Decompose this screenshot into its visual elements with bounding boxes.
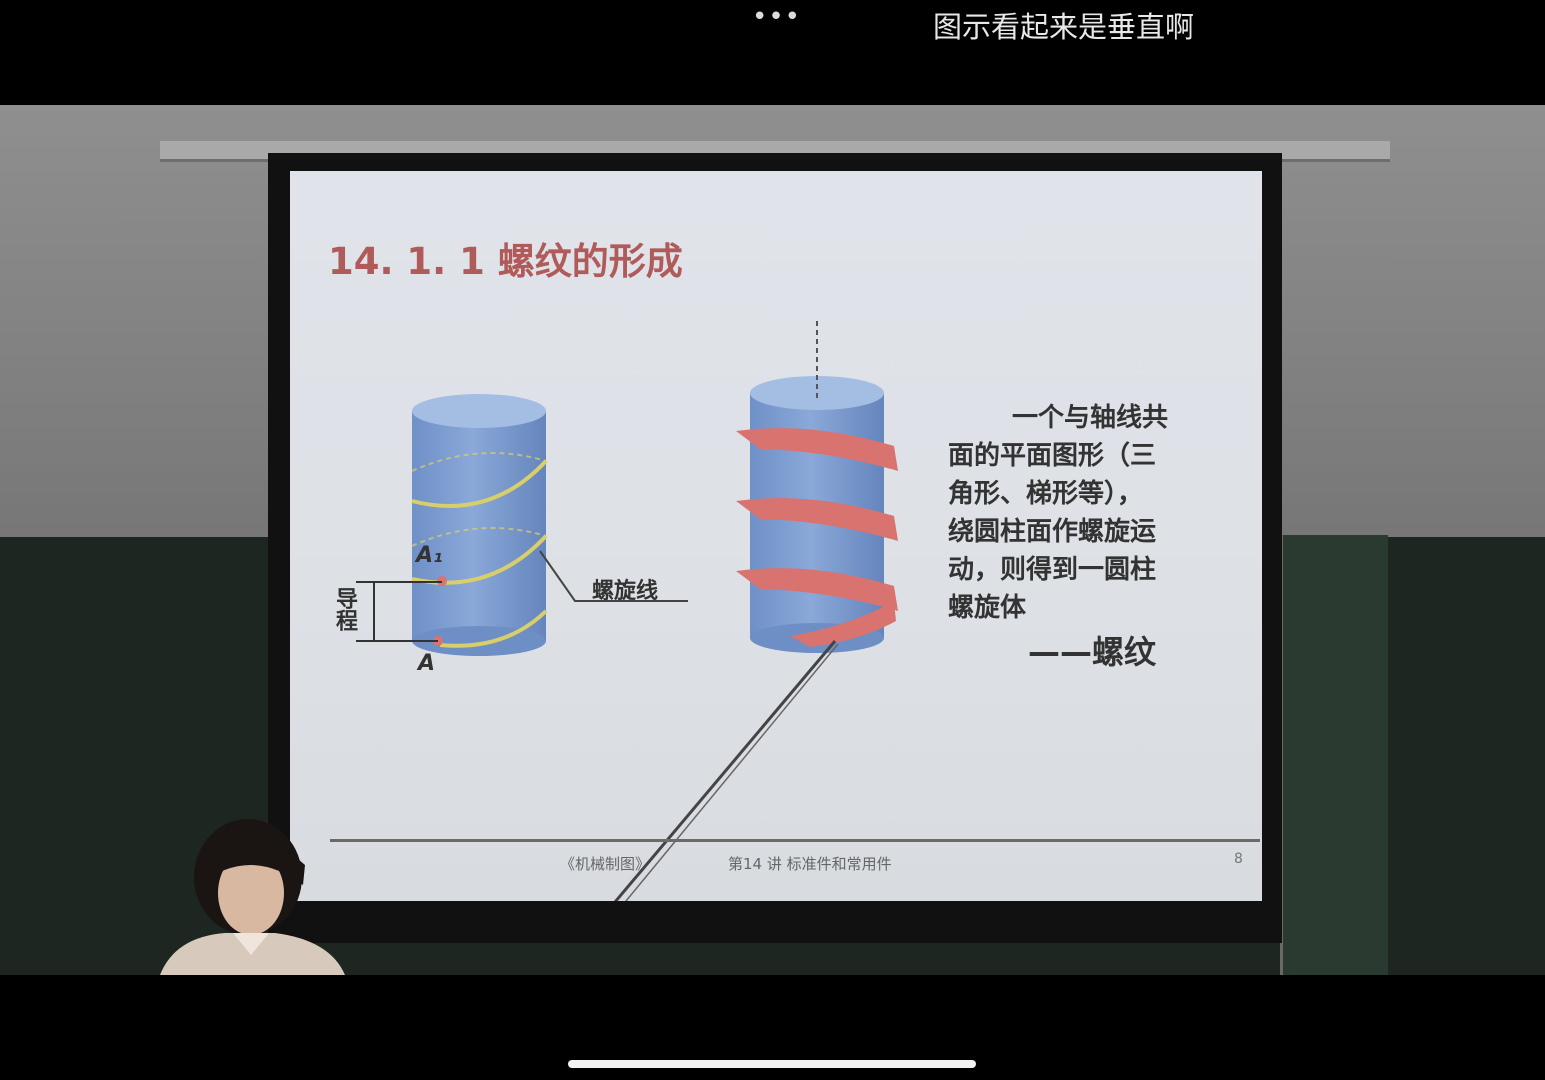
left-cylinder: [411, 394, 548, 656]
video-frame[interactable]: 14. 1. 1 螺纹的形成 螺旋线 导程 A A₁ 一个与轴线共 面的平面图形…: [0, 105, 1545, 975]
helix-label: 螺旋线: [592, 579, 659, 604]
comment-caption: 图示看起来是垂直啊: [933, 10, 1195, 44]
explanation-line: 动，则得到一圆柱: [948, 555, 1157, 585]
projected-slide: 14. 1. 1 螺纹的形成 螺旋线 导程 A A₁ 一个与轴线共 面的平面图形…: [290, 171, 1262, 901]
explanation-line: 面的平面图形（三: [948, 441, 1157, 471]
point-a-label: A: [418, 651, 436, 676]
explanation-line: 角形、梯形等），: [948, 479, 1144, 509]
explanation-text: 一个与轴线共 面的平面图形（三 角形、梯形等）， 绕圆柱面作螺旋运 动，则得到一…: [948, 399, 1210, 627]
lead-label: 导程: [332, 587, 357, 631]
home-indicator[interactable]: [568, 1060, 976, 1068]
thread-term: ——螺纹: [1028, 633, 1157, 671]
right-cylinder: [736, 321, 898, 653]
more-options-icon[interactable]: •••: [752, 2, 801, 32]
explanation-line: 绕圆柱面作螺旋运: [948, 517, 1157, 547]
footer-rule: [330, 839, 1260, 842]
lecturer: [160, 819, 345, 975]
footer-book: 《机械制图》: [560, 855, 651, 873]
footer-lecture: 第14 讲 标准件和常用件: [728, 855, 892, 873]
page-number: 8: [1234, 851, 1243, 867]
chalkboard-panel: [1280, 535, 1388, 975]
explanation-line: 螺旋体: [948, 593, 1027, 623]
point-a1-label: A₁: [416, 543, 443, 568]
status-bar: ••• 图示看起来是垂直啊: [0, 0, 1545, 105]
explanation-line: 一个与轴线共: [1012, 403, 1169, 433]
